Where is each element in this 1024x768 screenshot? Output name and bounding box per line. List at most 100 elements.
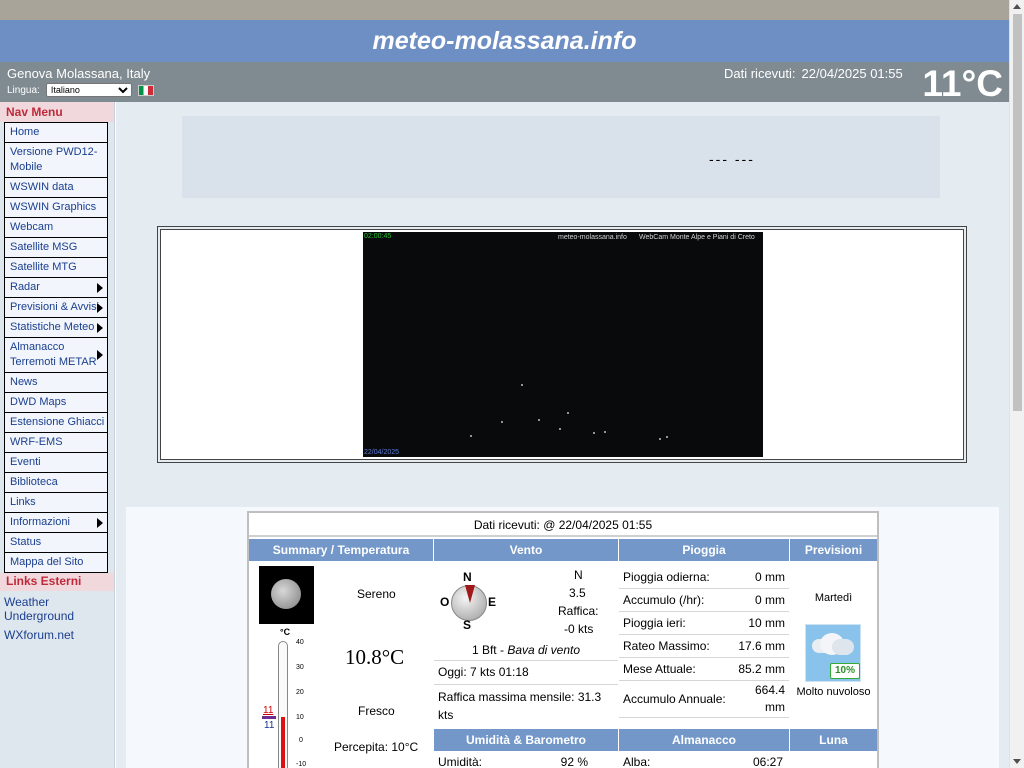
nav-item-wswin-graphics[interactable]: WSWIN Graphics (5, 198, 107, 218)
wind-gust: -0 kts (564, 622, 594, 636)
nav-item-mappa[interactable]: Mappa del Sito (5, 553, 107, 573)
summary-temperature: 10.8°C (345, 645, 405, 669)
nav-item-radar[interactable]: Radar (5, 278, 107, 298)
wind-today: Oggi: 7 kts 01:18 (434, 661, 618, 685)
scroll-up-icon[interactable] (1013, 4, 1021, 9)
webcam-frame: 02:00:45 meteo-molassana.info WebCam Mon… (157, 226, 967, 463)
location-label: Genova Molassana, Italy (7, 66, 151, 81)
nav-item-webcam[interactable]: Webcam (5, 218, 107, 238)
thermometer-graphic: °C 40 30 20 10 0 -10 11 11 (259, 627, 319, 768)
rain-column: Pioggia Pioggia odierna: 0 mm Accumulo (/… (619, 539, 789, 768)
webcam-timestamp: 02:00:45 (364, 233, 392, 240)
submenu-arrow-icon (97, 322, 103, 333)
summary-feeling: Fresco (358, 704, 395, 718)
nav-item-home[interactable]: Home (5, 122, 107, 143)
almanac-header: Almanacco (619, 729, 789, 751)
scroll-thumb[interactable] (1013, 14, 1022, 411)
moon-image-icon (259, 566, 314, 624)
summary-header: Summary / Temperatura (249, 539, 433, 561)
forecast-header: Previsioni (790, 539, 877, 561)
humidity-row: Umidità: 92 % (438, 755, 588, 768)
sidebar: Nav Menu Home Versione PWD12-Mobile WSWI… (0, 102, 115, 768)
nav-menu-title: Nav Menu (0, 102, 114, 122)
nav-item-ghiacci[interactable]: Estensione Ghiacci (5, 413, 107, 433)
rain-row: Accumulo (/hr): 0 mm (619, 589, 789, 612)
page-scrollbar[interactable] (1009, 0, 1024, 768)
summary-column: Summary / Temperatura Sereno 10.8°C Fres… (249, 539, 433, 768)
wind-direction: N (574, 568, 583, 582)
nav-item-informazioni[interactable]: Informazioni (5, 513, 107, 533)
webcam-date: 22/04/2025 (364, 449, 400, 456)
wind-gust-label: Raffica: (558, 604, 599, 618)
nav-item-status[interactable]: Status (5, 533, 107, 553)
nav-item-links[interactable]: Links (5, 493, 107, 513)
nav-item-statistiche[interactable]: Statistiche Meteo (5, 318, 107, 338)
rain-row: Accumulo Annuale: 664.4 mm (619, 681, 789, 718)
nav-item-eventi[interactable]: Eventi (5, 453, 107, 473)
table-received-line: Dati ricevuti: @ 22/04/2025 01:55 (249, 513, 877, 537)
cloud-icon: 10% (805, 624, 861, 682)
italy-flag-icon[interactable] (137, 84, 154, 96)
submenu-arrow-icon (97, 302, 103, 313)
rain-row: Mese Attuale: 85.2 mm (619, 658, 789, 681)
nav-item-satellite-mtg[interactable]: Satellite MTG (5, 258, 107, 278)
webcam-site: meteo-molassana.info (558, 234, 627, 241)
scroll-down-icon[interactable] (1013, 759, 1021, 764)
forecast-percent: 10% (830, 663, 860, 679)
nav-item-wrf-ems[interactable]: WRF-EMS (5, 433, 107, 453)
weather-data-table: Dati ricevuti: @ 22/04/2025 01:55 Summar… (247, 511, 879, 768)
language-label: Lingua: (7, 84, 40, 96)
link-wxforum[interactable]: WXforum.net (4, 628, 110, 642)
submenu-arrow-icon (97, 517, 103, 528)
site-header: meteo-molassana.info (0, 20, 1009, 62)
nav-item-news[interactable]: News (5, 373, 107, 393)
humidity-header: Umidità & Barometro (434, 729, 618, 751)
wind-header: Vento (434, 539, 618, 561)
submenu-arrow-icon (97, 350, 103, 360)
received-label: Dati ricevuti: (724, 66, 796, 81)
submenu-arrow-icon (97, 282, 103, 293)
nav-item-previsioni[interactable]: Previsioni & Avvisi (5, 298, 107, 318)
webcam-camera-name: WebCam Monte Alpe e Piani di Creto (639, 234, 755, 241)
nav-item-almanacco[interactable]: Almanacco Terremoti METAR (5, 338, 107, 373)
info-bar: Genova Molassana, Italy Lingua: Italiano… (0, 62, 1009, 104)
summary-perceived: Percepita: 10°C (334, 740, 419, 754)
nav-item-wswin-data[interactable]: WSWIN data (5, 178, 107, 198)
nav-menu: Home Versione PWD12-Mobile WSWIN data WS… (4, 122, 108, 573)
nav-item-satellite-msg[interactable]: Satellite MSG (5, 238, 107, 258)
received-datetime: 22/04/2025 01:55 (801, 66, 903, 81)
summary-condition: Sereno (357, 587, 396, 601)
nav-item-biblioteca[interactable]: Biblioteca (5, 473, 107, 493)
current-temperature: 11°C (922, 63, 1003, 104)
wind-compass-icon: N S O E (438, 570, 498, 632)
nav-item-dwd-maps[interactable]: DWD Maps (5, 393, 107, 413)
webcam-image[interactable]: 02:00:45 meteo-molassana.info WebCam Mon… (363, 232, 763, 457)
rain-row: Pioggia ieri: 10 mm (619, 612, 789, 635)
wind-beaufort: 1 Bft - Bava di vento (434, 641, 618, 661)
language-selector-row: Lingua: Italiano (7, 83, 154, 97)
thermometer-max: 11 (263, 705, 274, 716)
link-weather-underground[interactable]: Weather Underground (4, 595, 110, 623)
wind-speed: 3.5 (569, 586, 586, 600)
thermometer-unit: °C (280, 627, 291, 637)
moon-header: Luna (790, 729, 877, 751)
forecast-column: Previsioni Martedì 10% Molto nuvoloso Lu… (790, 539, 877, 751)
forecast-day: Martedì (814, 592, 853, 604)
top-strip (0, 0, 1009, 20)
nav-item-mobile[interactable]: Versione PWD12-Mobile (5, 143, 107, 178)
almanac-row: Alba: 06:27 (623, 755, 783, 768)
banner-text: --- --- (709, 151, 755, 167)
external-links: Weather Underground WXforum.net (0, 591, 114, 651)
banner-area: --- --- (182, 116, 940, 198)
language-select[interactable]: Italiano (45, 83, 132, 97)
forecast-description: Molto nuvoloso (796, 686, 871, 698)
rain-row: Rateo Massimo: 17.6 mm (619, 635, 789, 658)
wind-monthly-max: Raffica massima mensile: 31.3 kts (438, 690, 602, 722)
main-content: --- --- 02:00:45 meteo-molassana.info We… (116, 102, 1009, 768)
site-title[interactable]: meteo-molassana.info (373, 20, 637, 62)
rain-row: Pioggia odierna: 0 mm (619, 566, 789, 589)
received-info: Dati ricevuti: 22/04/2025 01:55 (724, 66, 903, 81)
wind-column: Vento N S O E N 3.5 Raffica: -0 kts 1 Bf… (434, 539, 618, 768)
thermometer-min: 11 (264, 720, 275, 731)
rain-header: Pioggia (619, 539, 789, 561)
